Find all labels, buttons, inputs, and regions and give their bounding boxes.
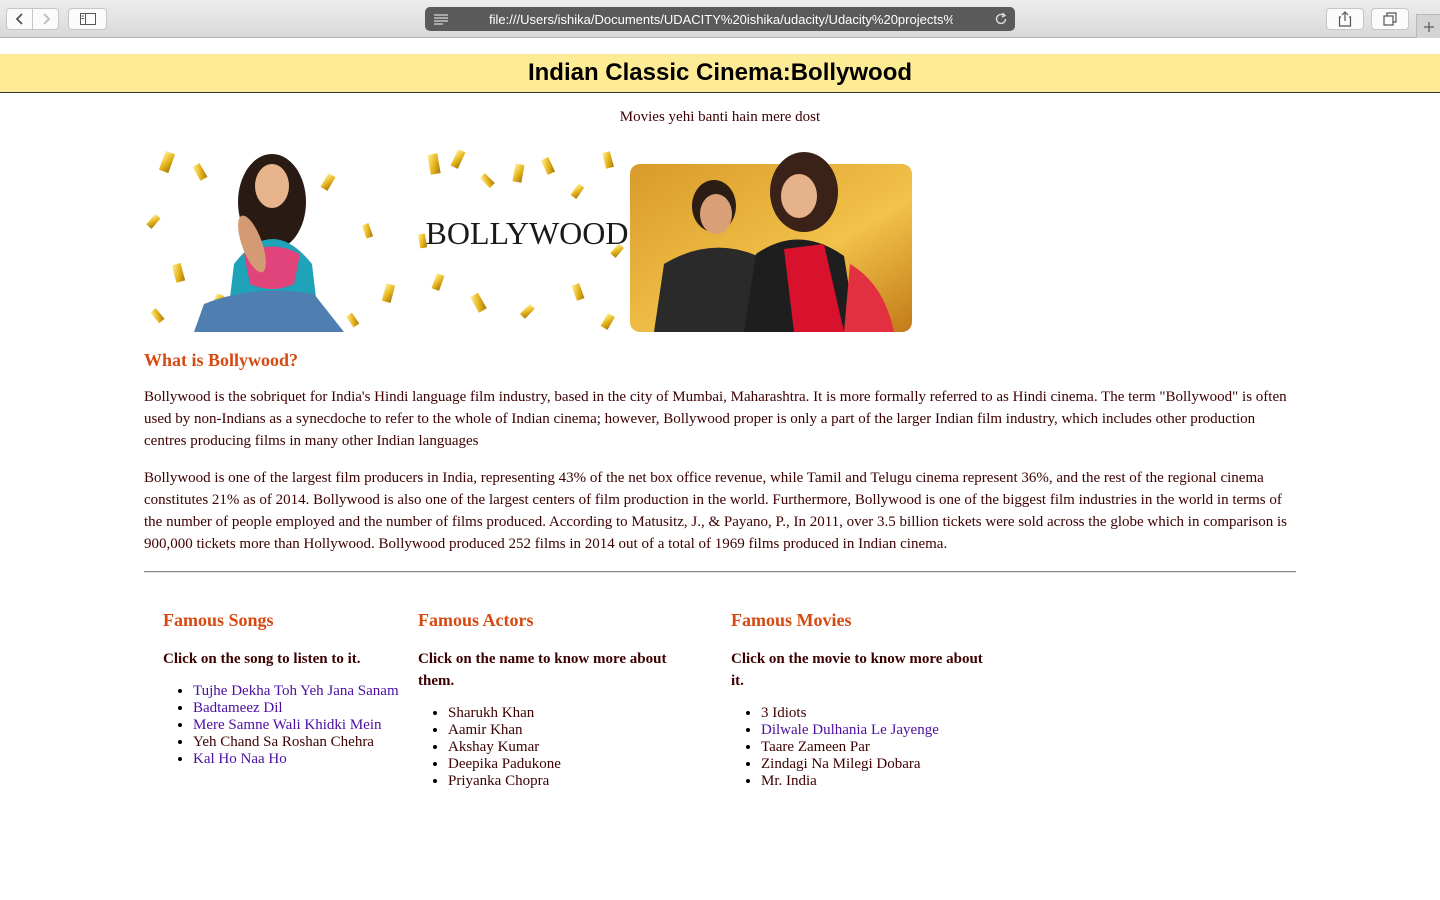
movies-heading: Famous Movies [731,610,852,630]
page-title: Indian Classic Cinema:Bollywood [527,59,913,86]
url-text: file:///Users/ishika/Documents/UDACITY%2… [489,11,953,27]
list-item: Zindagi Na Milegi Dobara [761,756,996,773]
item-text: Priyanka Chopra [448,773,550,789]
about-paragraph-2: Bollywood is one of the largest film pro… [144,470,1287,552]
tabs-overview-button[interactable] [1371,8,1409,30]
actors-heading: Famous Actors [418,610,534,630]
forward-button[interactable] [32,9,58,29]
chevron-right-icon [43,13,51,25]
page-header: Indian Classic Cinema:Bollywood [0,54,1440,93]
tabs-icon [1383,12,1397,26]
banner-text: BOLLYWOOD [426,215,629,251]
movies-list: 3 IdiotsDilwale Dulhania Le JayengeTaare… [731,705,996,790]
item-link[interactable]: Mere Samne Wali Khidki Mein [193,717,381,733]
item-text: Aamir Khan [448,722,523,738]
list-item: Sharukh Khan [448,705,683,722]
reader-icon[interactable] [433,13,449,25]
list-item: Akshay Kumar [448,739,683,756]
item-text: Akshay Kumar [448,739,540,755]
item-link[interactable]: Badtameez Dil [193,700,283,716]
about-heading: What is Bollywood? [144,350,299,370]
actors-list: Sharukh KhanAamir KhanAkshay KumarDeepik… [418,705,683,790]
actors-hint: Click on the name to know more about the… [418,651,667,689]
list-item: Mr. India [761,773,996,790]
list-item: Taare Zameen Par [761,739,996,756]
plus-icon [1423,21,1434,32]
famous-songs-section: Famous Songs Click on the song to listen… [163,610,403,768]
chevron-left-icon [15,13,23,25]
item-text: 3 Idiots [761,705,807,721]
list-item[interactable]: Badtameez Dil [193,700,403,717]
list-item[interactable]: Mere Samne Wali Khidki Mein [193,717,403,734]
bollywood-banner-image: BOLLYWOOD [144,144,912,332]
item-text: Mr. India [761,773,817,789]
movies-hint: Click on the movie to know more about it… [731,651,983,689]
item-link[interactable]: Dilwale Dulhania Le Jayenge [761,722,939,738]
sidebar-icon [79,13,96,25]
item-text: Taare Zameen Par [761,739,870,755]
tagline: Movies yehi banti hain mere dost [619,109,821,125]
divider [144,571,1296,573]
list-item: Priyanka Chopra [448,773,683,790]
item-text: Zindagi Na Milegi Dobara [761,756,921,772]
reload-icon[interactable] [994,12,1008,26]
famous-movies-section: Famous Movies Click on the movie to know… [731,610,996,790]
address-bar[interactable]: file:///Users/ishika/Documents/UDACITY%2… [425,7,1015,31]
back-button[interactable] [7,9,32,29]
list-item: 3 Idiots [761,705,996,722]
list-item[interactable]: Tujhe Dekha Toh Yeh Jana Sanam [193,683,403,700]
item-text: Deepika Padukone [448,756,561,772]
songs-list: Tujhe Dekha Toh Yeh Jana SanamBadtameez … [163,683,403,768]
item-link[interactable]: Kal Ho Naa Ho [193,751,287,767]
item-text: Yeh Chand Sa Roshan Chehra [193,734,374,750]
banner-illustration: BOLLYWOOD [146,149,912,332]
item-link[interactable]: Tujhe Dekha Toh Yeh Jana Sanam [193,683,399,699]
songs-hint: Click on the song to listen to it. [163,651,361,667]
browser-toolbar: file:///Users/ishika/Documents/UDACITY%2… [0,0,1440,38]
share-button[interactable] [1326,8,1364,30]
list-item: Aamir Khan [448,722,683,739]
item-text: Sharukh Khan [448,705,535,721]
about-paragraph-1: Bollywood is the sobriquet for India's H… [144,389,1287,449]
songs-heading: Famous Songs [163,610,274,630]
history-nav [6,8,59,30]
new-tab-button[interactable] [1416,14,1440,38]
list-item: Deepika Padukone [448,756,683,773]
list-item: Yeh Chand Sa Roshan Chehra [193,734,403,751]
famous-actors-section: Famous Actors Click on the name to know … [418,610,683,790]
list-item[interactable]: Kal Ho Naa Ho [193,751,403,768]
list-item[interactable]: Dilwale Dulhania Le Jayenge [761,722,996,739]
sidebar-button[interactable] [68,8,107,30]
share-icon [1338,11,1352,27]
